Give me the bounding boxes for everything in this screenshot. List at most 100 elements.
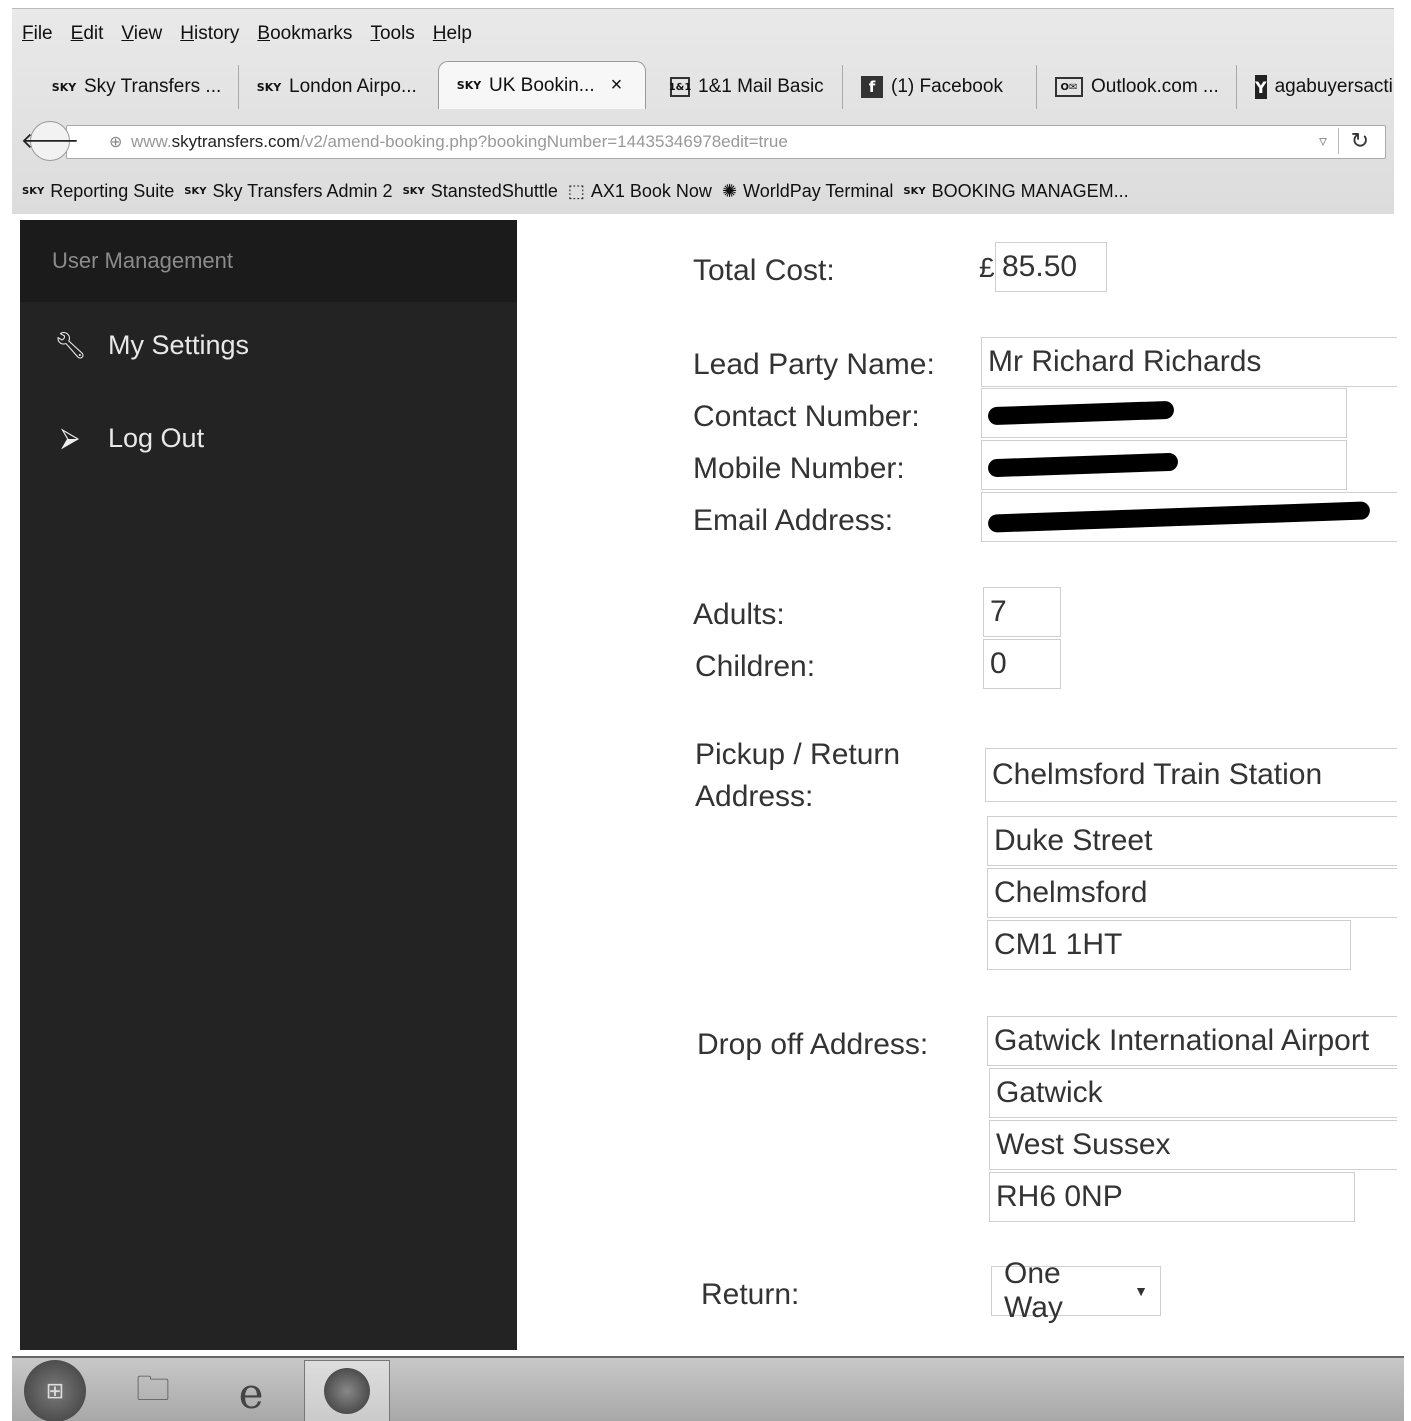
sidebar-item-label: Log Out <box>108 422 205 453</box>
globe-icon: ⊕ <box>109 134 123 151</box>
yahoo-icon: Y <box>1255 75 1267 99</box>
page-icon: ⬚ <box>567 181 585 202</box>
sidebar-item-log-out[interactable]: ⮚ Log Out <box>54 422 204 454</box>
skytransfers-icon: SKY <box>184 186 207 197</box>
menu-file[interactable]: File <box>22 23 53 45</box>
menu-bookmarks[interactable]: Bookmarks <box>257 23 352 45</box>
redaction-mark <box>987 452 1179 478</box>
facebook-icon: f <box>861 76 883 98</box>
url-dropdown-icon[interactable]: ▿ <box>1319 131 1327 151</box>
children-label: Children: <box>695 650 816 683</box>
skytransfers-icon: SKY <box>903 186 926 197</box>
sidebar: User Management 🔧︎ My Settings ⮚ Log Out <box>20 220 517 1350</box>
pickup-postcode-input[interactable]: CM1 1HT <box>987 920 1351 970</box>
worldpay-icon: ✺ <box>721 181 738 202</box>
close-tab-icon[interactable]: × <box>611 74 623 97</box>
internet-explorer-icon: e <box>238 1368 264 1418</box>
tab-strip: SKY Sky Transfers ... SKY London Airpo..… <box>42 61 1402 111</box>
menu-view[interactable]: View <box>121 23 162 45</box>
adults-input[interactable]: 7 <box>983 587 1061 637</box>
contact-number-input[interactable] <box>981 388 1347 438</box>
mobile-number-input[interactable] <box>981 440 1347 490</box>
redaction-mark <box>987 501 1371 533</box>
return-select-value: One Way <box>1004 1257 1063 1324</box>
menu-edit[interactable]: Edit <box>71 23 104 45</box>
bookmark-booking-management[interactable]: SKY BOOKING MANAGEM... <box>903 181 1128 202</box>
logout-icon: ⮚ <box>60 422 80 452</box>
menu-history[interactable]: History <box>180 23 239 45</box>
taskbar: ⊞ 🗀 e <box>12 1356 1404 1421</box>
bookmark-label: Reporting Suite <box>50 181 175 201</box>
skytransfers-icon: SKY <box>402 186 425 197</box>
bookmark-label: StanstedShuttle <box>430 181 558 201</box>
taskbar-firefox[interactable] <box>304 1360 390 1421</box>
tab-label: (1) Facebook <box>891 76 1003 97</box>
folder-icon: 🗀 <box>136 1369 170 1408</box>
firefox-icon <box>324 1368 370 1414</box>
skytransfers-icon: SKY <box>22 186 45 197</box>
tab-mail[interactable]: 1&1 1&1 Mail Basic <box>652 65 842 109</box>
taskbar-explorer[interactable]: 🗀 <box>124 1366 182 1420</box>
sidebar-item-my-settings[interactable]: 🔧︎ My Settings <box>54 330 249 361</box>
tab-label: Outlook.com ... <box>1091 76 1219 97</box>
url-bar[interactable]: ⊕ www.skytransfers.com/v2/amend-booking.… <box>66 125 1386 159</box>
dropoff-county-input[interactable]: West Sussex <box>989 1120 1397 1170</box>
bookmark-label: BOOKING MANAGEM... <box>931 181 1129 201</box>
sidebar-title: User Management <box>52 248 233 273</box>
pickup-address-line1-input[interactable]: Chelmsford Train Station <box>985 748 1397 802</box>
tab-london-airport[interactable]: SKY London Airpo... <box>238 65 434 109</box>
email-address-input[interactable] <box>981 492 1397 542</box>
menu-help[interactable]: Help <box>433 23 472 45</box>
nav-bar: ⊕ www.skytransfers.com/v2/amend-booking.… <box>21 117 1390 167</box>
adults-label: Adults: <box>693 598 785 631</box>
bookmark-label: AX1 Book Now <box>590 181 712 201</box>
dropoff-address-line1-input[interactable]: Gatwick International Airport <box>987 1016 1397 1066</box>
dropoff-address-line2-input[interactable]: Gatwick <box>989 1068 1397 1118</box>
back-arrow-icon: 🡐 <box>20 128 80 153</box>
mail-icon: 1&1 <box>669 77 691 97</box>
children-input[interactable]: 0 <box>983 639 1061 689</box>
currency-symbol: £ <box>979 252 995 283</box>
redaction-mark <box>987 400 1175 426</box>
skytransfers-icon: SKY <box>51 80 77 94</box>
dropoff-postcode-input[interactable]: RH6 0NP <box>989 1172 1355 1222</box>
return-label: Return: <box>701 1278 800 1311</box>
chevron-down-icon: ▼ <box>1134 1283 1148 1299</box>
sidebar-item-label: My Settings <box>108 330 250 360</box>
bookmark-sky-transfers-admin[interactable]: SKY Sky Transfers Admin 2 <box>184 181 392 202</box>
return-select[interactable]: One Way ▼ <box>991 1257 1161 1324</box>
menu-bar: File Edit View History Bookmarks Tools H… <box>22 23 472 45</box>
pickup-address-line2-input[interactable]: Duke Street <box>987 816 1397 866</box>
pickup-address-label-line1: Pickup / Return <box>695 738 901 771</box>
bookmark-reporting-suite[interactable]: SKY Reporting Suite <box>22 181 174 202</box>
tab-label: 1&1 Mail Basic <box>698 76 824 97</box>
tab-uk-booking[interactable]: SKY UK Bookin... × <box>438 61 646 109</box>
outlook-icon: O✉ <box>1055 77 1083 97</box>
skytransfers-icon: SKY <box>256 80 282 94</box>
menu-tools[interactable]: Tools <box>370 23 414 45</box>
bookmark-stansted-shuttle[interactable]: SKY StanstedShuttle <box>403 181 558 202</box>
tab-label: Sky Transfers ... <box>84 76 222 97</box>
total-cost-label: Total Cost: <box>693 254 835 287</box>
tab-sky-transfers[interactable]: SKY Sky Transfers ... <box>42 65 242 109</box>
pickup-city-input[interactable]: Chelmsford <box>987 868 1397 918</box>
tab-outlook[interactable]: O✉ Outlook.com ... <box>1036 65 1232 109</box>
tab-label: London Airpo... <box>289 76 417 97</box>
back-button[interactable]: 🡐 <box>21 121 80 161</box>
windows-icon: ⊞ <box>45 1378 65 1403</box>
reload-icon[interactable]: ↻ <box>1337 128 1369 154</box>
taskbar-internet-explorer[interactable]: e <box>222 1366 280 1420</box>
skytransfers-icon: SKY <box>456 79 482 92</box>
bookmark-label: WorldPay Terminal <box>743 181 894 201</box>
total-cost-input[interactable]: 85.50 <box>995 242 1107 292</box>
start-button[interactable]: ⊞ <box>24 1360 86 1421</box>
tab-yahoo[interactable]: Y agabuyersacti <box>1236 65 1402 109</box>
bookmark-worldpay-terminal[interactable]: ✺ WorldPay Terminal <box>722 181 893 202</box>
booking-form: Total Cost: £ 85.50 Lead Party Name: Mr … <box>517 220 1397 1350</box>
lead-party-input[interactable]: Mr Richard Richards <box>981 337 1397 387</box>
email-address-label: Email Address: <box>693 504 894 537</box>
bookmark-ax1-book-now[interactable]: ⬚ AX1 Book Now <box>568 181 712 202</box>
tab-facebook[interactable]: f (1) Facebook <box>842 65 1032 109</box>
bookmark-label: Sky Transfers Admin 2 <box>212 181 393 201</box>
mobile-number-label: Mobile Number: <box>693 452 905 485</box>
